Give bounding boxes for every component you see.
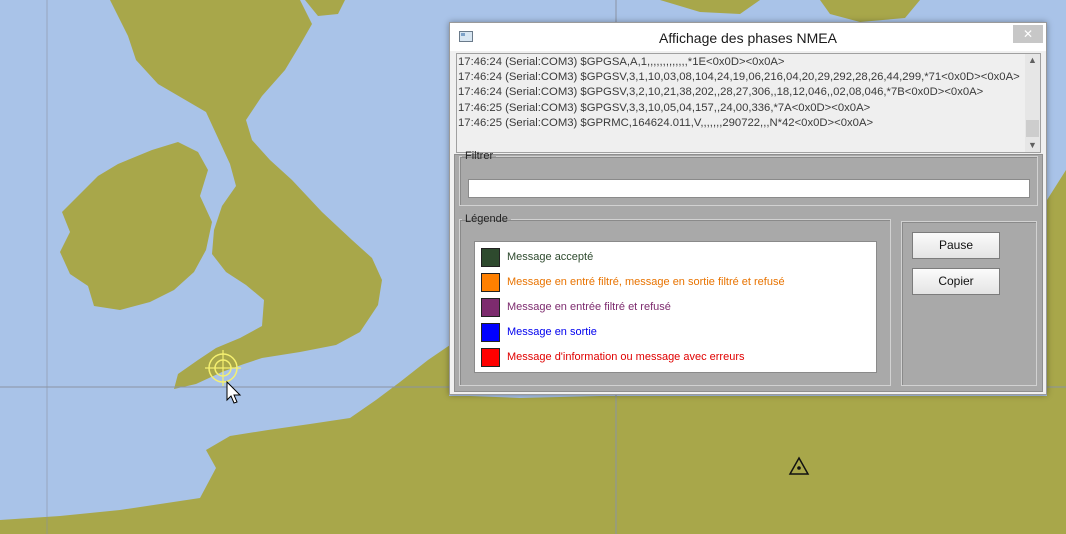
legend-list: Message accepté Message en entré filtré,…	[474, 241, 877, 373]
legend-group: Légende Message accepté Message en entré…	[459, 213, 891, 386]
log-line: 17:46:25 (Serial:COM3) $GPRMC,164624.011…	[458, 116, 874, 129]
log-scrollbar[interactable]: ▲ ▼	[1025, 54, 1040, 152]
copy-button[interactable]: Copier	[912, 268, 1000, 295]
swatch-output	[481, 323, 500, 342]
legend-label: Légende	[465, 213, 508, 225]
filter-label: Filtrer	[465, 150, 494, 162]
scroll-up-icon[interactable]: ▲	[1025, 54, 1040, 67]
log-line: 17:46:25 (Serial:COM3) $GPGSV,3,3,10,05,…	[458, 101, 871, 114]
controls-panel: Filtrer Légende Message accepté Message …	[454, 150, 1043, 392]
legend-item-label: Message accepté	[507, 251, 594, 263]
filter-input[interactable]	[468, 179, 1030, 198]
swatch-filtered-in	[481, 298, 500, 317]
close-button[interactable]: ✕	[1013, 25, 1043, 43]
legend-item-label: Message en entré filtré, message en sort…	[507, 276, 785, 288]
log-line: 17:46:24 (Serial:COM3) $GPGSV,3,1,10,03,…	[458, 71, 1020, 84]
scroll-thumb[interactable]	[1026, 120, 1039, 137]
swatch-filtered-in-out	[481, 273, 500, 292]
nmea-log[interactable]: 17:46:24 (Serial:COM3) $GPGSA,A,1,,,,,,,…	[456, 53, 1041, 153]
button-group: Pause Copier	[901, 221, 1037, 386]
swatch-error	[481, 348, 500, 367]
title-bar[interactable]: Affichage des phases NMEA ✕	[450, 23, 1046, 51]
nmea-dialog: Affichage des phases NMEA ✕ 17:46:24 (Se…	[449, 22, 1047, 395]
legend-item-label: Message d'information ou message avec er…	[507, 351, 745, 363]
log-line: 17:46:24 (Serial:COM3) $GPGSA,A,1,,,,,,,…	[458, 56, 785, 68]
log-lines: 17:46:24 (Serial:COM3) $GPGSA,A,1,,,,,,,…	[458, 55, 1024, 131]
swatch-accepted	[481, 248, 500, 267]
log-line: 17:46:24 (Serial:COM3) $GPGSV,3,2,10,21,…	[458, 86, 984, 99]
filter-group: Filtrer	[459, 150, 1038, 206]
legend-item-label: Message en entrée filtré et refusé	[507, 301, 671, 313]
pause-button[interactable]: Pause	[912, 232, 1000, 259]
dialog-title: Affichage des phases NMEA	[659, 30, 837, 46]
legend-item-label: Message en sortie	[507, 326, 597, 338]
